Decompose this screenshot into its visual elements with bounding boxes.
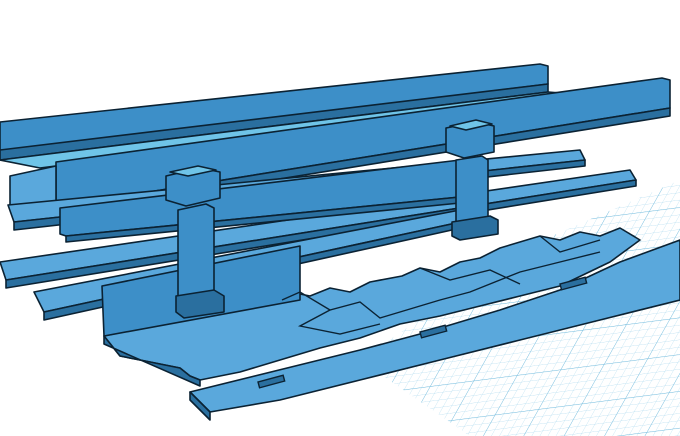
scene-svg[interactable] — [0, 0, 680, 436]
3d-viewport[interactable] — [0, 0, 680, 436]
